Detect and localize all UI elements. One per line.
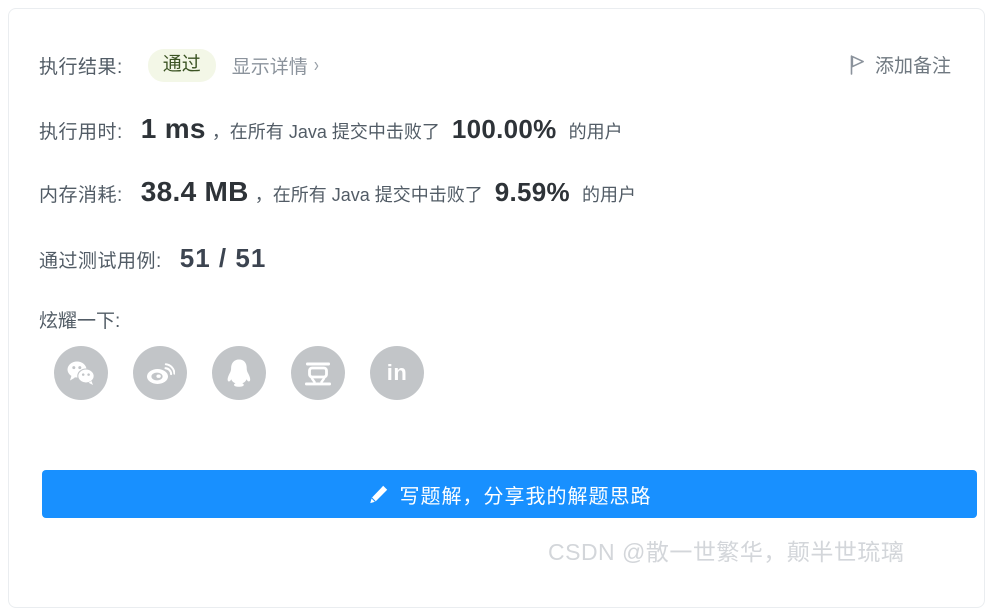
- wechat-icon: [66, 360, 96, 386]
- testcases-row: 通过测试用例: 51 / 51: [39, 243, 266, 274]
- submission-result-card: 执行结果: 通过 显示详情 › 添加备注 执行用时: 1 ms ，在所有 Jav…: [8, 8, 985, 608]
- runtime-tail-text: 的用户: [568, 122, 623, 142]
- execution-result-row: 执行结果: 通过 显示详情 ›: [39, 49, 319, 82]
- memory-label: 内存消耗:: [39, 185, 123, 206]
- runtime-value: 1 ms: [140, 113, 206, 144]
- runtime-row: 执行用时: 1 ms ，在所有 Java 提交中击败了 100.00% 的用户: [39, 113, 623, 145]
- show-details-label: 显示详情: [231, 57, 308, 78]
- runtime-label: 执行用时:: [39, 122, 123, 143]
- qq-icon: [226, 358, 252, 388]
- write-solution-label: 写题解，分享我的解题思路: [399, 485, 652, 508]
- pencil-icon: [368, 484, 389, 505]
- share-icon-list: in: [54, 346, 424, 400]
- memory-middle-text: ，在所有 Java 提交中击败了: [254, 185, 483, 205]
- runtime-percentile: 100.00%: [451, 114, 557, 144]
- memory-value: 38.4 MB: [140, 176, 249, 207]
- chevron-right-icon: ›: [313, 54, 319, 77]
- weibo-icon: [145, 360, 175, 386]
- status-badge: 通过: [147, 49, 216, 82]
- execution-result-label: 执行结果:: [39, 57, 123, 78]
- memory-percentile: 9.59%: [494, 177, 570, 207]
- share-douban-button[interactable]: [291, 346, 345, 400]
- testcases-label: 通过测试用例:: [39, 251, 162, 272]
- share-label: 炫耀一下:: [39, 311, 121, 332]
- runtime-middle-text: ，在所有 Java 提交中击败了: [211, 122, 440, 142]
- share-weibo-button[interactable]: [133, 346, 187, 400]
- memory-row: 内存消耗: 38.4 MB ，在所有 Java 提交中击败了 9.59% 的用户: [39, 176, 636, 208]
- douban-icon: [303, 359, 333, 387]
- share-wechat-button[interactable]: [54, 346, 108, 400]
- write-solution-button[interactable]: 写题解，分享我的解题思路: [42, 470, 977, 518]
- testcases-value: 51 / 51: [179, 243, 267, 273]
- add-note-label: 添加备注: [874, 56, 951, 77]
- flag-icon: [850, 54, 865, 75]
- add-note-button[interactable]: 添加备注: [850, 51, 951, 78]
- show-details-link[interactable]: 显示详情 ›: [232, 52, 319, 79]
- csdn-watermark: CSDN @散一世繁华，颠半世琉璃: [548, 539, 905, 565]
- share-qq-button[interactable]: [212, 346, 266, 400]
- memory-tail-text: 的用户: [581, 185, 636, 205]
- share-linkedin-button[interactable]: in: [370, 346, 424, 400]
- linkedin-icon: in: [386, 360, 408, 385]
